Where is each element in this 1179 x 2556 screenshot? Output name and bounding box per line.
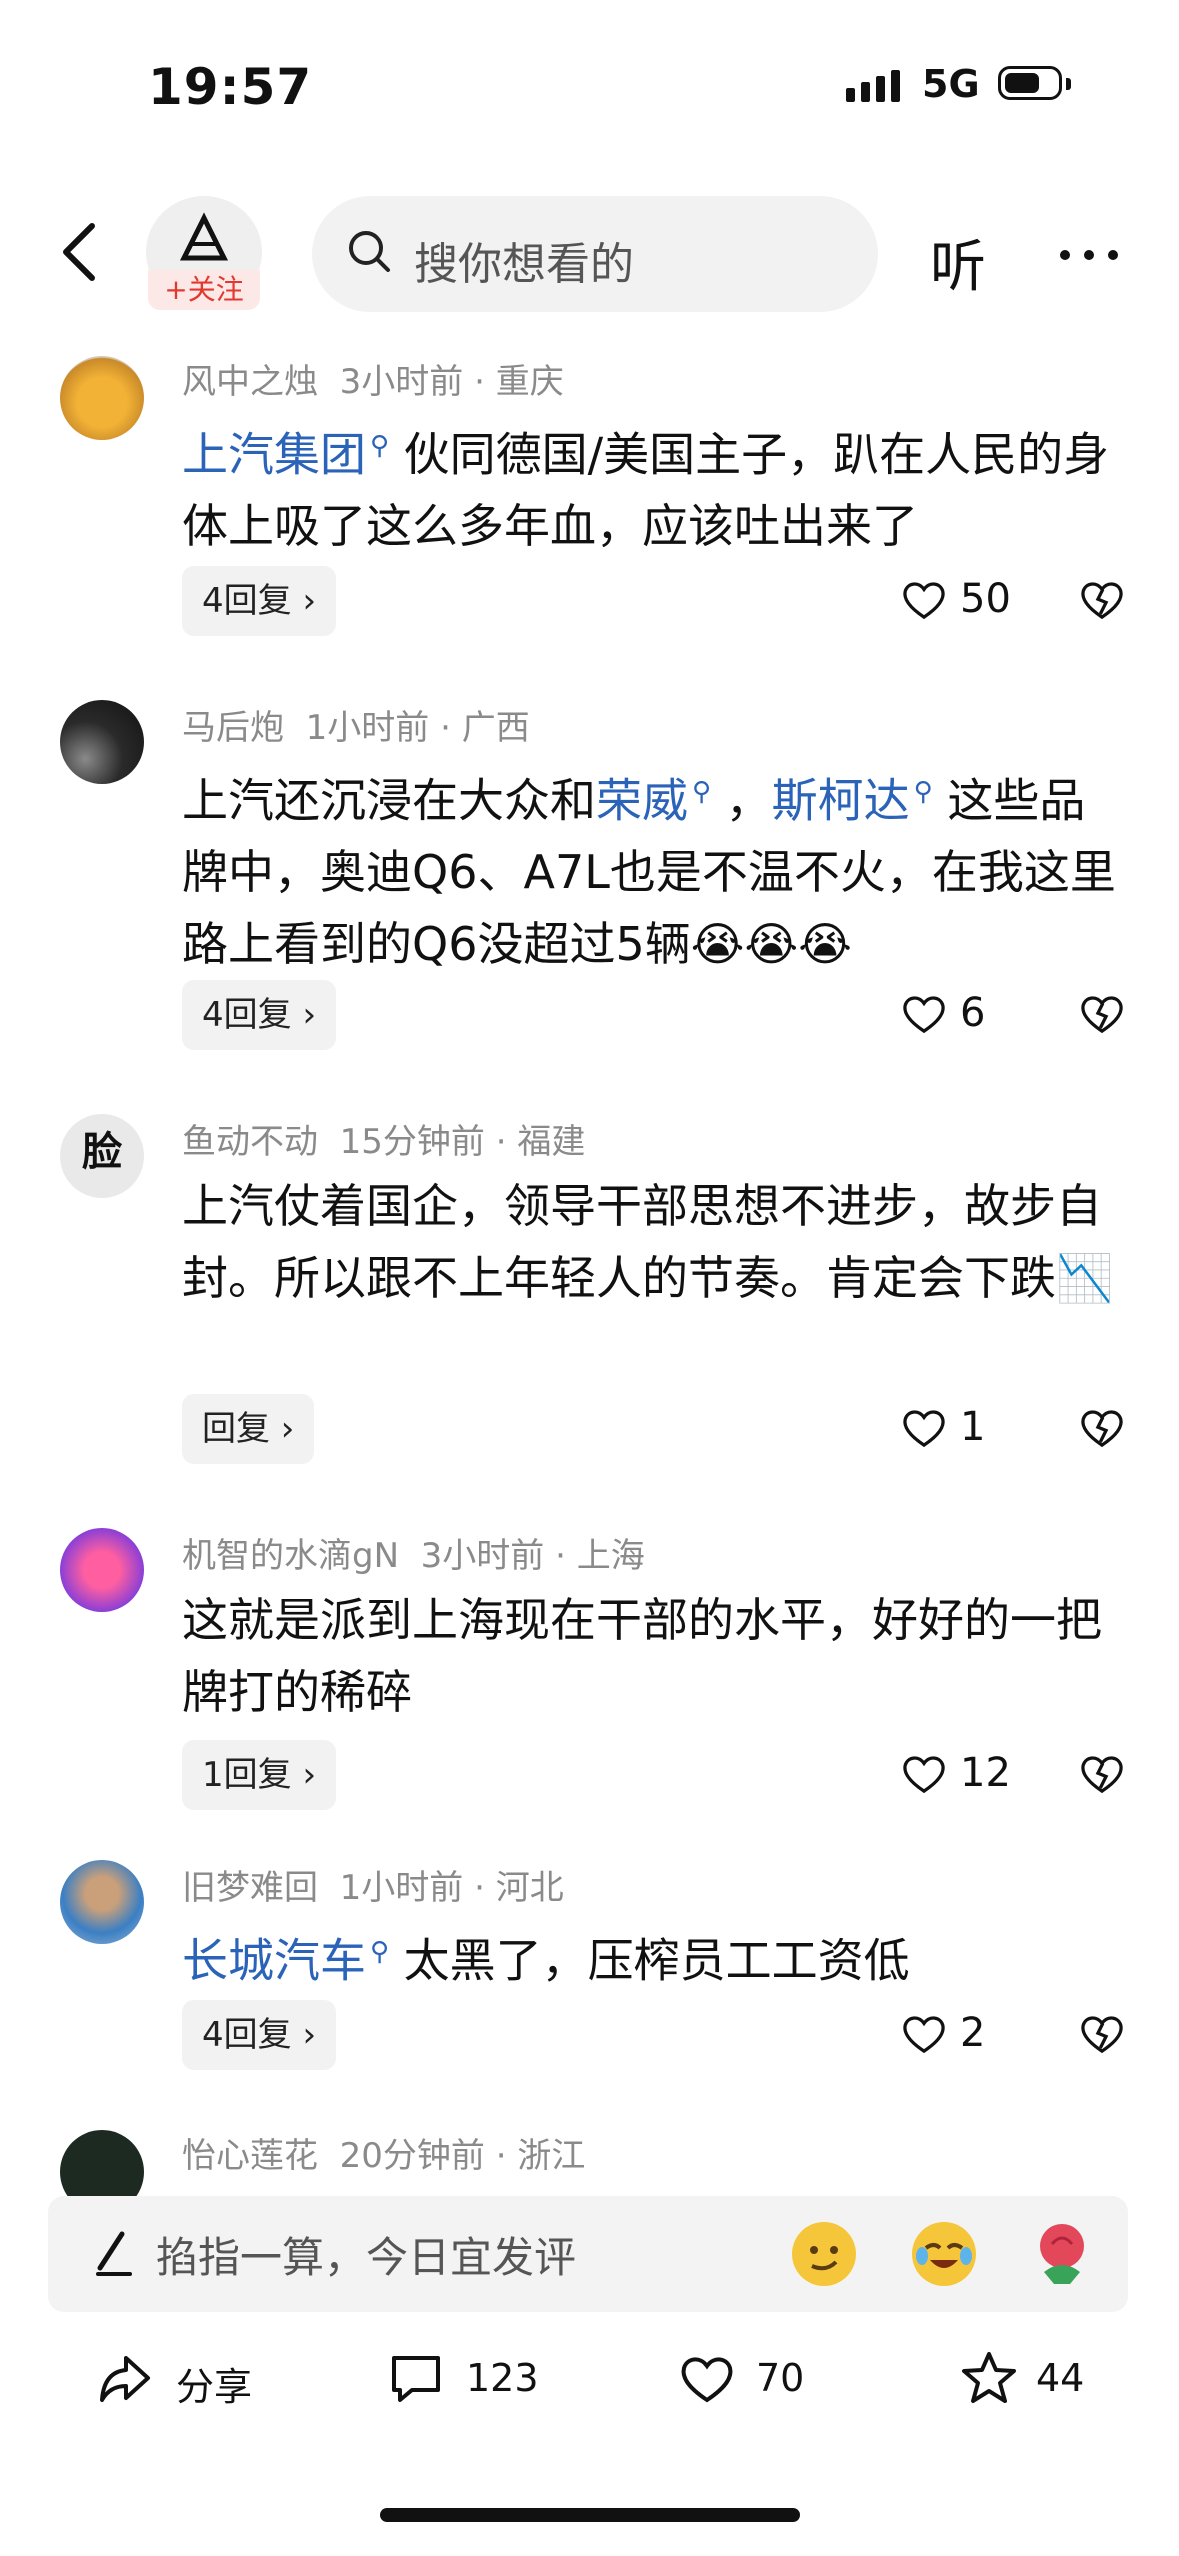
comment-time: 3小时前 <box>339 362 464 402</box>
search-icon <box>344 226 394 280</box>
more-icon[interactable] <box>1060 250 1118 260</box>
reply-button[interactable]: 4回复 › <box>182 2000 337 2070</box>
battery-tip-icon <box>1066 78 1071 90</box>
status-time: 19:57 <box>148 58 313 116</box>
topic-link[interactable]: 上汽集团 <box>182 427 366 481</box>
avatar[interactable] <box>60 356 144 440</box>
comment-username[interactable]: 怡心莲花 <box>182 2136 318 2176</box>
dislike-icon[interactable] <box>1078 1752 1126 1800</box>
comment-time: 15分钟前 <box>339 1122 485 1162</box>
comment-username[interactable]: 旧梦难回 <box>182 1868 318 1908</box>
like-icon[interactable] <box>900 992 948 1040</box>
like-count[interactable]: 1 <box>960 1404 985 1450</box>
comment-username[interactable]: 马后炮 <box>182 708 284 748</box>
comment-meta: 怡心莲花 20分钟前 · 浙江 <box>182 2136 586 2176</box>
search-hint-icon: ⚲ <box>370 431 390 461</box>
search-hint-icon: ⚲ <box>692 777 712 807</box>
comment-meta: 风中之烛 3小时前 · 重庆 <box>182 362 564 402</box>
comment-username[interactable]: 风中之烛 <box>182 362 318 402</box>
favorite-icon[interactable] <box>960 2350 1018 2410</box>
avatar[interactable] <box>60 1860 144 1944</box>
reply-button[interactable]: 回复 › <box>182 1394 315 1464</box>
comment-location: 重庆 <box>495 362 564 402</box>
avatar[interactable] <box>60 700 144 784</box>
network-label: 5G <box>922 62 980 106</box>
comment-text-segment: ， <box>711 773 772 828</box>
comment-text-segment: 上汽仗着国企，领导干部思想不进步，故步自封。所以跟不上年轻人的节奏。肯定会下跌📉 <box>182 1179 1114 1305</box>
comment-icon[interactable] <box>388 2352 444 2410</box>
emoji-crying-laugh-icon[interactable] <box>912 2222 976 2286</box>
share-button[interactable]: 分享 <box>176 2356 252 2411</box>
comment-meta: 旧梦难回 1小时前 · 河北 <box>182 1868 564 1908</box>
like-icon[interactable] <box>900 1752 948 1800</box>
topic-link[interactable]: 长城汽车 <box>182 1933 366 1987</box>
comment-text: 上汽仗着国企，领导干部思想不进步，故步自封。所以跟不上年轻人的节奏。肯定会下跌📉 <box>182 1170 1122 1314</box>
topic-link[interactable]: 荣威 <box>596 773 688 827</box>
comment-location: 河北 <box>495 1868 564 1908</box>
comment-meta: 马后炮 1小时前 · 广西 <box>182 708 530 748</box>
like-count[interactable]: 50 <box>960 576 1011 622</box>
signal-icon <box>846 70 900 102</box>
like-icon[interactable] <box>900 2012 948 2060</box>
like-count[interactable]: 70 <box>756 2356 804 2400</box>
comment-location: 广西 <box>461 708 530 748</box>
like-icon[interactable] <box>678 2352 736 2410</box>
topic-link[interactable]: 斯柯达 <box>772 773 910 827</box>
comment-username[interactable]: 机智的水滴gN <box>182 1536 399 1576</box>
comment-text: 上汽集团 ⚲ 伙同德国/美国主子，趴在人民的身体上吸了这么多年血，应该吐出来了 <box>182 410 1122 562</box>
back-icon[interactable] <box>52 222 112 282</box>
reply-button[interactable]: 4回复 › <box>182 980 337 1050</box>
comment-text: 上汽还沉浸在大众和荣威 ⚲ ，斯柯达 ⚲ 这些品牌中，奥迪Q6、A7L也是不温不火，… <box>182 756 1122 980</box>
like-count[interactable]: 12 <box>960 1750 1011 1796</box>
dislike-icon[interactable] <box>1078 578 1126 626</box>
comment-text-segment: 这就是派到上海现在干部的水平，好好的一把牌打的稀碎 <box>182 1593 1102 1719</box>
comment-meta: 机智的水滴gN 3小时前 · 上海 <box>182 1536 645 1576</box>
dislike-icon[interactable] <box>1078 992 1126 1040</box>
comment-location: 浙江 <box>517 2136 586 2176</box>
like-count[interactable]: 6 <box>960 990 985 1036</box>
comment-text-segment: 太黑了，压榨员工工资低 <box>389 1933 910 1988</box>
comment-location: 上海 <box>576 1536 645 1576</box>
reply-button[interactable]: 4回复 › <box>182 566 337 636</box>
like-icon[interactable] <box>900 1406 948 1454</box>
home-indicator[interactable] <box>380 2508 800 2522</box>
emoji-rose-icon[interactable] <box>1030 2218 1094 2294</box>
search-input[interactable]: 搜你想看的 <box>414 228 634 292</box>
comment-input[interactable]: 掐指一算，今日宜发评 <box>156 2224 576 2285</box>
reply-button[interactable]: 1回复 › <box>182 1740 337 1810</box>
comment-time: 1小时前 <box>305 708 430 748</box>
like-icon[interactable] <box>900 578 948 626</box>
comment-text: 这就是派到上海现在干部的水平，好好的一把牌打的稀碎 <box>182 1584 1122 1728</box>
pen-icon <box>92 2228 136 2282</box>
comment-time: 3小时前 <box>420 1536 545 1576</box>
dislike-icon[interactable] <box>1078 1406 1126 1454</box>
avatar[interactable] <box>60 1528 144 1612</box>
comment-text: 长城汽车 ⚲ 太黑了，压榨员工工资低 <box>182 1916 1122 1996</box>
comment-username[interactable]: 鱼动不动 <box>182 1122 318 1162</box>
dislike-icon[interactable] <box>1078 2012 1126 2060</box>
share-icon[interactable] <box>96 2352 154 2410</box>
search-hint-icon: ⚲ <box>913 777 933 807</box>
comment-time: 20分钟前 <box>339 2136 485 2176</box>
comment-text-segment: 上汽还沉浸在大众和 <box>182 773 596 828</box>
comment-meta: 鱼动不动 15分钟前 · 福建 <box>182 1122 586 1162</box>
listen-button[interactable]: 听 <box>930 222 986 303</box>
comment-count[interactable]: 123 <box>466 2356 539 2400</box>
avatar[interactable]: 脸 <box>60 1114 144 1198</box>
emoji-smirk-icon[interactable] <box>792 2222 856 2286</box>
battery-icon <box>998 66 1062 100</box>
follow-button[interactable]: +关注 <box>148 270 260 310</box>
comment-location: 福建 <box>517 1122 586 1162</box>
like-count[interactable]: 2 <box>960 2010 985 2056</box>
favorite-count[interactable]: 44 <box>1036 2356 1084 2400</box>
search-hint-icon: ⚲ <box>370 1937 390 1967</box>
comment-time: 1小时前 <box>339 1868 464 1908</box>
